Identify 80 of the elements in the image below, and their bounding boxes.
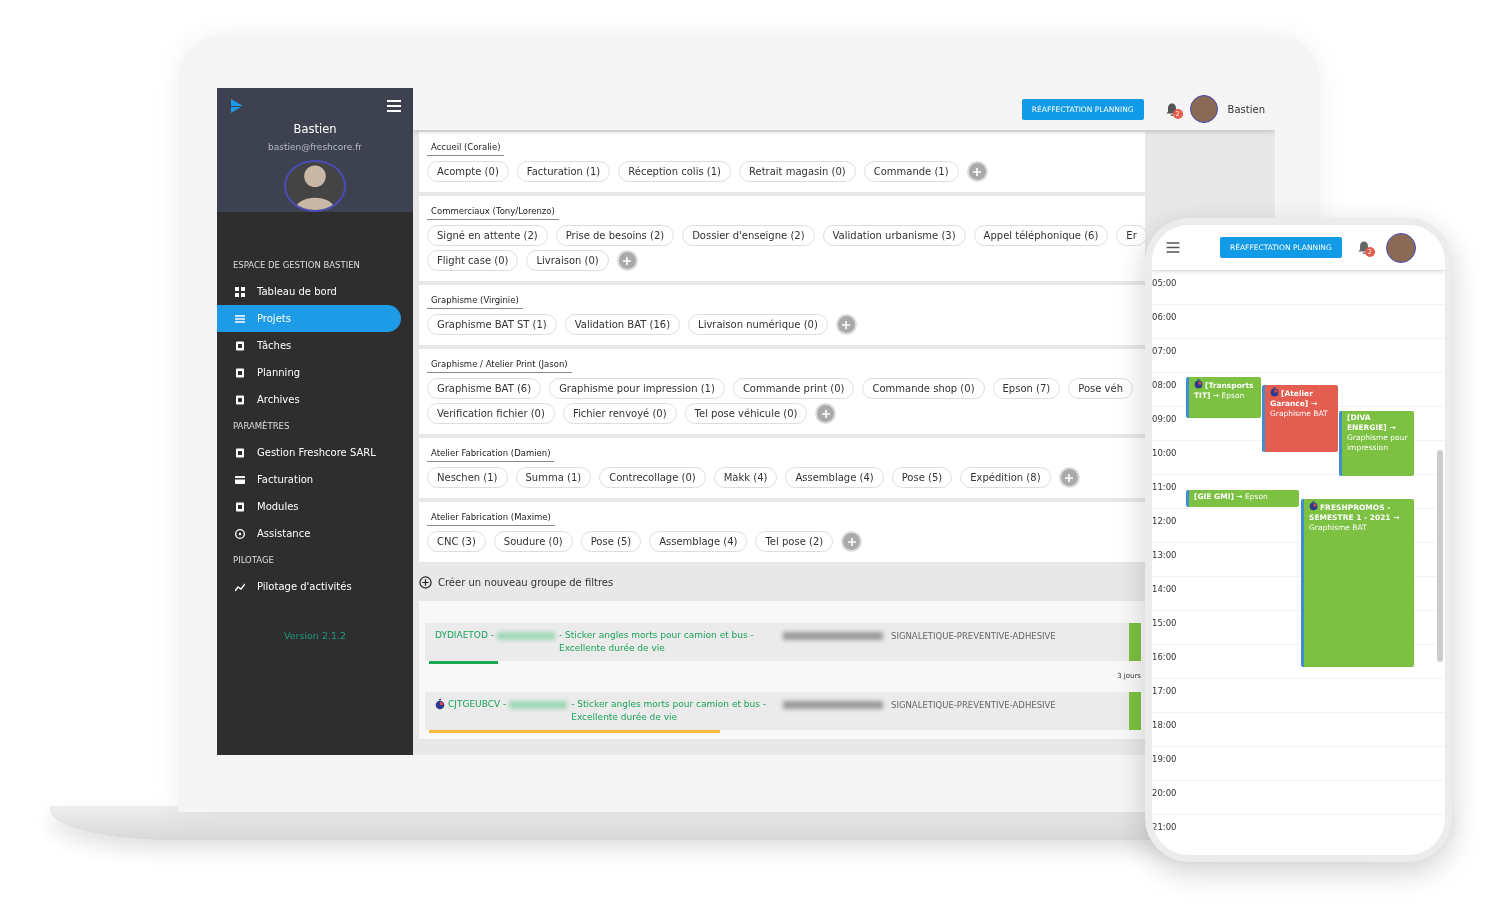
group-title: Accueil (Coralie) (427, 142, 505, 156)
user-name: Bastien (293, 122, 337, 136)
hour-label: 20:00 (1152, 788, 1177, 798)
user-email: bastien@freshcore.fr (268, 142, 362, 152)
nav-item[interactable]: Tâches (217, 332, 401, 359)
nav-item[interactable]: Archives (217, 386, 401, 413)
add-filter-button[interactable] (966, 161, 988, 182)
plus-icon (846, 536, 857, 547)
group-title: Atelier Fabrication (Maxime) (427, 512, 555, 526)
nav-item[interactable]: Modules (217, 493, 401, 520)
hour-label: 09:00 (1152, 414, 1177, 424)
new-filter-group-button[interactable]: Créer un nouveau groupe de filtres (419, 566, 1145, 597)
chart-icon (235, 581, 245, 592)
list-icon (235, 313, 245, 324)
hour-label: 08:00 (1152, 380, 1177, 390)
document-icon (235, 394, 245, 405)
hour-label: 13:00 (1152, 550, 1177, 560)
add-filter-button[interactable] (616, 250, 638, 271)
logo-icon (229, 98, 245, 114)
help-icon (235, 528, 245, 539)
hour-label: 05:00 (1152, 278, 1177, 288)
nav-item[interactable]: Planning (217, 359, 401, 386)
status-stripe (1129, 692, 1141, 730)
document-icon (235, 447, 245, 458)
version-label: Version 2.1.2 (282, 630, 348, 641)
project-code: CJTGEUBCV - (448, 698, 507, 711)
document-icon (235, 340, 245, 351)
section-heading: ESPACE DE GESTION BASTIEN (232, 259, 361, 272)
project-code: DYDIAETOD - (435, 629, 494, 642)
document-icon (235, 367, 245, 378)
add-filter-button[interactable] (815, 403, 837, 424)
project-description: - Sticker angles morts pour camion et bus - Excellente durée de vie (571, 698, 768, 724)
group-title: Graphisme (Virginie) (427, 295, 523, 309)
nav-item[interactable]: Tableau de bord (217, 278, 401, 305)
add-circle-icon (419, 576, 432, 589)
avatar[interactable] (1189, 95, 1218, 123)
status-stripe (1129, 623, 1141, 661)
hour-label: 11:00 (1152, 482, 1177, 492)
hour-label: 14:00 (1152, 584, 1177, 594)
card-icon (235, 474, 245, 485)
plus-icon (841, 319, 852, 330)
add-filter-button[interactable] (841, 531, 863, 552)
blurred-name (497, 632, 555, 640)
avatar[interactable] (1385, 232, 1416, 263)
hour-label: 15:00 (1152, 618, 1177, 628)
blurred-name (509, 701, 568, 709)
grid-icon (235, 286, 245, 297)
group-title: Commerciaux (Tony/Lorenzo) (427, 206, 559, 220)
project-category: SIGNALETIQUE-PREVENTIVE-ADHESIVE (891, 700, 1057, 710)
project-category: SIGNALETIQUE-PREVENTIVE-ADHESIVE (891, 631, 1057, 641)
project-row[interactable]: CJTGEUBCV - - Sticker angles morts pour camion et bus - Excellente durée de vie SIGNALETIQUE-PREVENTIVE-ADHESIVE (425, 692, 1141, 730)
plus-icon (622, 255, 633, 266)
section-heading: PARAMÈTRES (232, 419, 291, 433)
hour-label: 17:00 (1152, 686, 1177, 696)
nav-item[interactable]: Facturation (217, 466, 401, 493)
hour-label: 18:00 (1152, 720, 1177, 730)
hour-label: 06:00 (1152, 312, 1177, 322)
add-filter-button[interactable] (1058, 467, 1080, 488)
project-row[interactable]: DYDIAETOD - - Sticker angles morts pour camion et bus - Excellente durée de vie SIGNALETIQUE-PREVENTIVE-ADHESIVE (425, 623, 1141, 661)
hour-label: 16:00 (1152, 652, 1177, 662)
hour-label: 21:00 (1152, 822, 1177, 832)
hour-label: 10:00 (1152, 448, 1177, 458)
project-description: - Sticker angles morts pour camion et bus - Excellente durée de vie (559, 629, 755, 655)
plus-icon (972, 166, 983, 177)
section-heading: PILOTAGE (232, 554, 275, 567)
menu-icon[interactable] (1166, 242, 1180, 253)
scrollbar[interactable] (1437, 450, 1443, 662)
group-title: Atelier Fabrication (Damien) (427, 448, 555, 462)
nav-item[interactable]: Pilotage d'activités (217, 573, 401, 600)
hour-label: 19:00 (1152, 754, 1177, 764)
hour-label: 07:00 (1152, 346, 1177, 356)
plus-icon (820, 408, 831, 419)
hour-label: 12:00 (1152, 516, 1177, 526)
user-name: Bastien (1227, 103, 1265, 115)
add-filter-button[interactable] (835, 314, 857, 335)
group-title: Graphisme / Atelier Print (Jason) (427, 359, 572, 373)
plus-icon (1064, 472, 1075, 483)
nav-item[interactable]: Assistance (217, 520, 401, 547)
nav-item[interactable]: Gestion Freshcore SARL (217, 439, 401, 466)
document-icon (235, 501, 245, 512)
